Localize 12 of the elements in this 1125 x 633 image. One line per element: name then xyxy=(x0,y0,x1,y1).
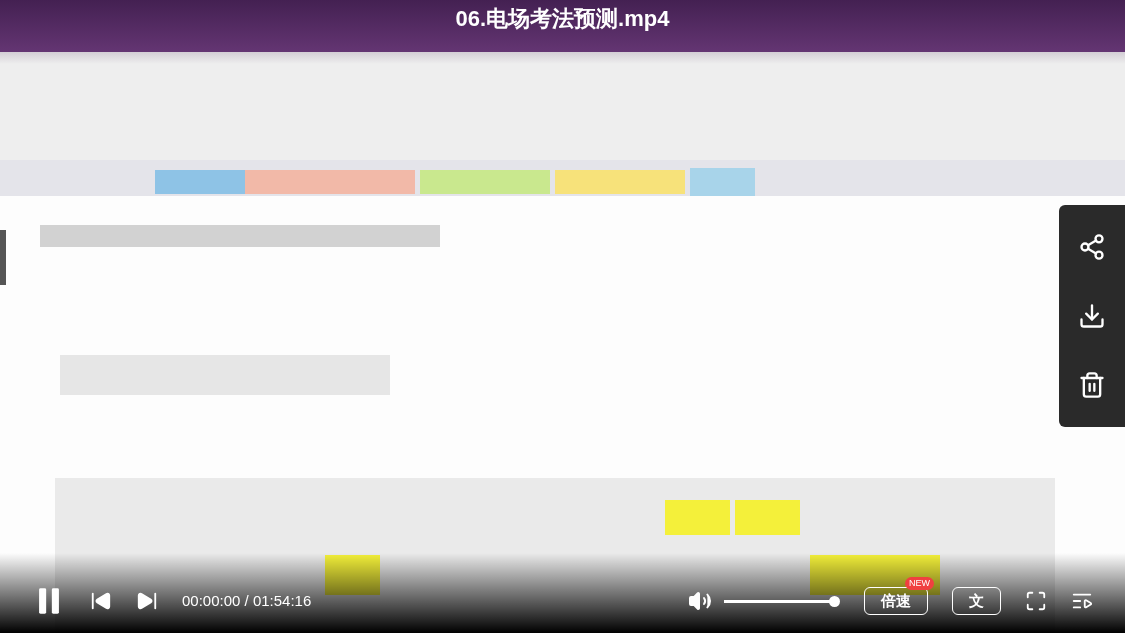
time-display: 00:00:00 / 01:54:16 xyxy=(182,590,312,611)
share-icon[interactable] xyxy=(1078,233,1106,262)
fullscreen-icon[interactable] xyxy=(1025,590,1047,612)
volume-thumb[interactable] xyxy=(829,595,840,607)
volume-slider[interactable] xyxy=(724,595,840,607)
delete-icon[interactable] xyxy=(1078,370,1106,399)
previous-button[interactable] xyxy=(90,590,112,612)
video-title: 06.电场考法预测.mp4 xyxy=(455,5,670,33)
text-button[interactable]: 文 xyxy=(952,586,1001,616)
next-button[interactable] xyxy=(136,590,158,612)
volume-icon[interactable] xyxy=(688,589,712,613)
download-icon[interactable] xyxy=(1078,302,1106,330)
